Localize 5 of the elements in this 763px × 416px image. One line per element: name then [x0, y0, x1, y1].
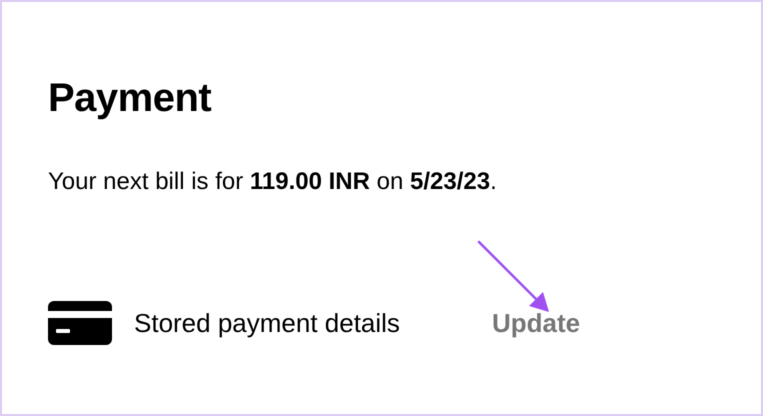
update-link[interactable]: Update [492, 308, 580, 338]
bill-text: Your next bill is for 119.00 INR on 5/23/23. [48, 167, 498, 197]
page-title: Payment [48, 75, 212, 122]
credit-card-icon [48, 301, 112, 345]
payment-details-label: Stored payment details [134, 308, 400, 338]
